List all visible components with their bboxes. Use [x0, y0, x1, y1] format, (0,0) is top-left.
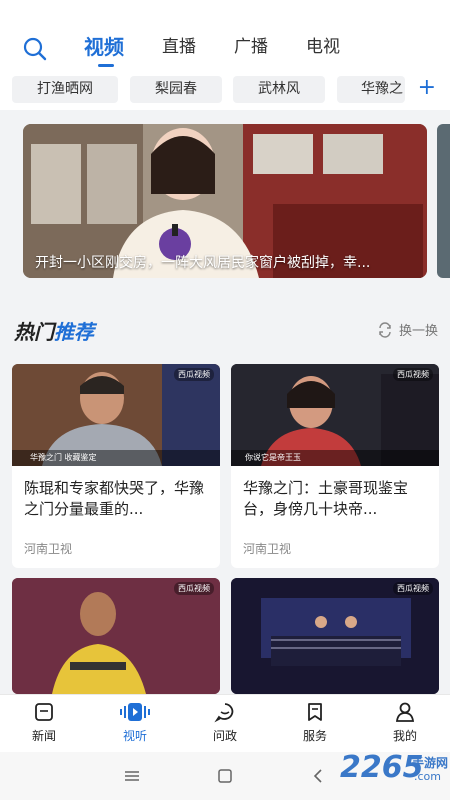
platform-watermark: 西瓜视频	[174, 582, 214, 595]
watermark-text: 手游网	[412, 756, 449, 770]
hero-banner[interactable]: 开封一小区刚交房，一阵大风居民家窗户被刮掉，幸...	[23, 124, 427, 278]
video-subtitle: 华豫之门 收藏鉴定	[30, 453, 97, 462]
chip-item[interactable]: 华豫之	[337, 76, 405, 103]
nav-label: 视听	[122, 729, 147, 743]
tab-video[interactable]: 视频	[84, 34, 124, 67]
chat-bubble-icon	[214, 703, 234, 723]
refresh-label: 换一换	[398, 324, 438, 339]
banner-caption: 开封一小区刚交房，一阵大风居民家窗户被刮掉，幸...	[35, 255, 371, 271]
video-thumbnail: 华豫之门 收藏鉴定 西瓜视频	[12, 364, 220, 466]
back-icon[interactable]	[313, 768, 323, 784]
user-icon	[395, 702, 415, 722]
platform-watermark: 西瓜视频	[174, 368, 214, 381]
video-title: 华豫之门：土豪哥现鉴宝台，身傍几十块帝...	[243, 479, 409, 518]
video-thumbnail: 西瓜视频	[12, 578, 220, 694]
refresh-icon	[379, 321, 391, 338]
search-icon[interactable]	[22, 36, 48, 62]
nav-label: 服务	[302, 729, 327, 743]
video-card[interactable]: 你说它是帝王玉 西瓜视频 华豫之门：土豪哥现鉴宝台，身傍几十块帝... 河南卫视	[231, 364, 439, 568]
category-tabs: 视频 直播 广播 电视	[84, 34, 378, 67]
chip-item[interactable]: 梨园春	[130, 76, 222, 103]
nav-label: 问政	[212, 729, 237, 743]
menu-icon[interactable]	[125, 770, 139, 782]
chip-item[interactable]: 武林风	[233, 76, 325, 103]
nav-profile[interactable]: 我的	[375, 701, 435, 744]
video-thumbnail: 你说它是帝王玉 西瓜视频	[231, 364, 439, 466]
video-title: 陈琨和专家都快哭了，华豫之门分量最重的...	[24, 479, 205, 518]
video-subtitle: 你说它是帝王玉	[245, 453, 301, 462]
nav-service[interactable]: 服务	[285, 701, 345, 744]
video-source: 河南卫视	[243, 542, 292, 556]
nav-media[interactable]: 视听	[105, 701, 165, 744]
tab-tv[interactable]: 电视	[306, 34, 340, 60]
next-banner-peek[interactable]	[437, 124, 450, 278]
news-icon	[35, 703, 53, 721]
bottom-navigation: 新闻 视听 问政 服务 我的	[0, 694, 450, 752]
tab-radio[interactable]: 广播	[234, 34, 268, 60]
top-bar: 视频 直播 广播 电视	[0, 0, 450, 70]
video-card[interactable]: 西瓜视频	[231, 578, 439, 694]
chip-item[interactable]: 打渔晒网	[12, 76, 118, 103]
video-thumbnail: 西瓜视频	[231, 578, 439, 694]
channel-chips: 打渔晒网 梨园春 武林风 华豫之 +	[0, 70, 450, 110]
nav-news[interactable]: 新闻	[14, 701, 74, 744]
video-card[interactable]: 西瓜视频	[12, 578, 220, 694]
section-title: 热门推荐	[14, 316, 94, 345]
video-card[interactable]: 华豫之门 收藏鉴定 西瓜视频 陈琨和专家都快哭了，华豫之门分量最重的... 河南…	[12, 364, 220, 568]
platform-watermark: 西瓜视频	[393, 582, 433, 595]
play-icon	[120, 703, 150, 721]
nav-label: 新闻	[31, 729, 56, 743]
site-watermark: 2265 手游网 .com	[340, 748, 450, 798]
nav-inquiry[interactable]: 问政	[195, 701, 255, 744]
platform-watermark: 西瓜视频	[393, 368, 433, 381]
refresh-button[interactable]: 换一换	[377, 320, 438, 339]
tab-live[interactable]: 直播	[162, 34, 196, 60]
video-source: 河南卫视	[24, 542, 73, 556]
watermark-domain: .com	[414, 770, 441, 783]
home-icon[interactable]	[218, 769, 232, 783]
section-title-part: 热门	[14, 320, 54, 344]
watermark-number: 2265	[340, 750, 424, 785]
nav-label: 我的	[392, 729, 417, 743]
section-title-part: 推荐	[54, 320, 94, 344]
bookmark-icon	[308, 703, 322, 721]
add-channel-icon[interactable]: +	[418, 74, 436, 102]
